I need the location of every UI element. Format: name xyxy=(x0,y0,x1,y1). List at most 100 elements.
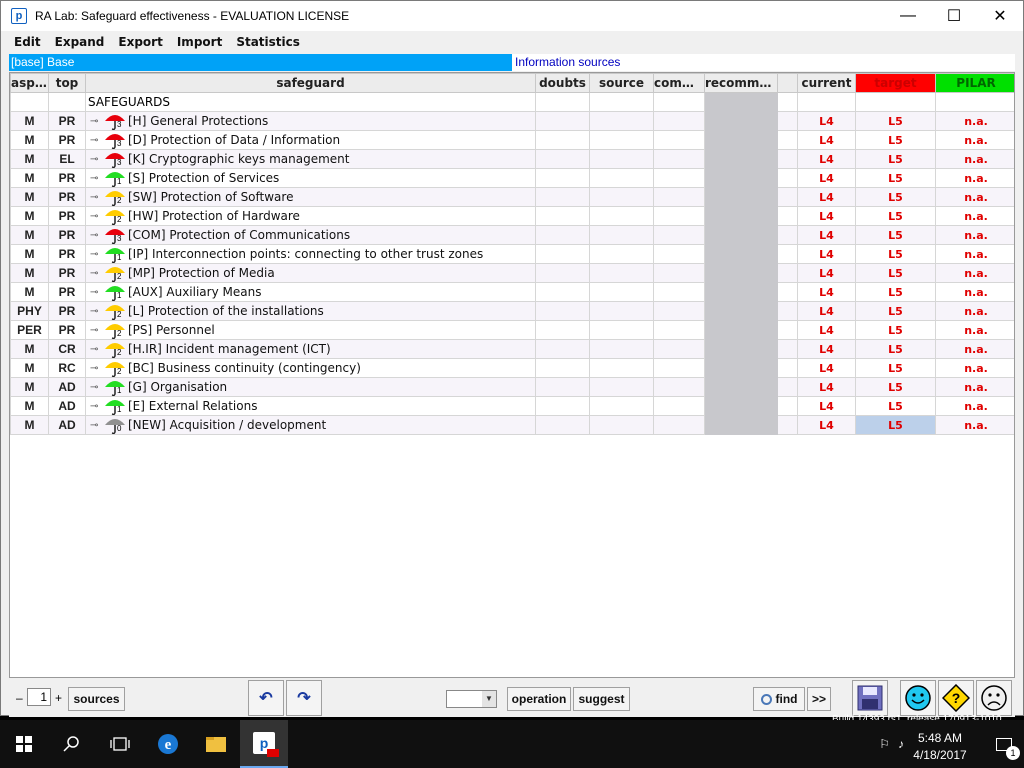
table-row[interactable]: M PR ⊸ 3 [COM] Protection of Communications L… xyxy=(10,225,1014,245)
current-level-cell[interactable]: L4 xyxy=(797,187,856,207)
source-cell[interactable] xyxy=(589,415,654,435)
aspect-cell[interactable]: PER xyxy=(10,320,49,340)
file-explorer-button[interactable] xyxy=(192,720,240,768)
table-row[interactable]: M AD ⊸ 1 [E] External Relations L4 L5 n.a. xyxy=(10,396,1014,416)
safeguard-cell[interactable]: ⊸ 3 [K] Cryptographic keys management xyxy=(85,149,536,169)
table-row[interactable]: M PR ⊸ 2 [SW] Protection of Software L4 L5 n.a. xyxy=(10,187,1014,207)
current-level-cell[interactable]: L4 xyxy=(797,206,856,226)
table-row[interactable]: M PR ⊸ 3 [D] Protection of Data / Informatio… xyxy=(10,130,1014,150)
blank-cell[interactable] xyxy=(777,358,798,378)
target-level-cell[interactable]: L5 xyxy=(855,225,936,245)
blank-cell[interactable] xyxy=(777,111,798,131)
blank-cell[interactable] xyxy=(777,244,798,264)
doubts-cell[interactable] xyxy=(535,244,590,264)
safeguard-cell[interactable]: ⊸ 2 [SW] Protection of Software xyxy=(85,187,536,207)
operation-button[interactable]: operation xyxy=(507,687,571,711)
top-cell[interactable]: EL xyxy=(48,149,86,169)
pilar-level-cell[interactable]: n.a. xyxy=(935,320,1014,340)
target-level-cell[interactable]: L5 xyxy=(855,168,936,188)
target-level-cell[interactable]: L5 xyxy=(855,206,936,226)
comments-cell[interactable] xyxy=(653,339,705,359)
aspect-cell[interactable]: M xyxy=(10,206,49,226)
comments-cell[interactable] xyxy=(653,225,705,245)
blank-cell[interactable] xyxy=(777,225,798,245)
top-cell[interactable]: PR xyxy=(48,301,86,321)
safeguard-cell[interactable]: ⊸ 2 [PS] Personnel xyxy=(85,320,536,340)
menu-export[interactable]: Export xyxy=(111,35,169,49)
comments-cell[interactable] xyxy=(653,415,705,435)
task-view-button[interactable] xyxy=(96,720,144,768)
minimize-button[interactable]: — xyxy=(885,1,931,31)
col-source[interactable]: source xyxy=(589,73,654,93)
target-level-cell[interactable]: L5 xyxy=(855,187,936,207)
target-level-cell[interactable]: L5 xyxy=(855,339,936,359)
maximize-button[interactable]: ☐ xyxy=(931,1,977,31)
safeguard-cell[interactable]: ⊸ 2 [HW] Protection of Hardware xyxy=(85,206,536,226)
safeguard-cell[interactable]: ⊸ 3 [D] Protection of Data / Information xyxy=(85,130,536,150)
blank-cell[interactable] xyxy=(777,206,798,226)
current-level-cell[interactable]: L4 xyxy=(797,225,856,245)
top-cell[interactable]: PR xyxy=(48,225,86,245)
source-cell[interactable] xyxy=(589,130,654,150)
tray-network-icon[interactable]: ⚐ xyxy=(879,737,890,751)
current-level-cell[interactable]: L4 xyxy=(797,263,856,283)
comments-cell[interactable] xyxy=(653,168,705,188)
source-cell[interactable] xyxy=(589,225,654,245)
current-level-cell[interactable]: L4 xyxy=(797,168,856,188)
comments-cell[interactable] xyxy=(653,187,705,207)
pilar-level-cell[interactable]: n.a. xyxy=(935,130,1014,150)
table-row[interactable]: M CR ⊸ 2 [H.IR] Incident management (ICT) L4 L… xyxy=(10,339,1014,359)
sources-button[interactable]: sources xyxy=(68,687,125,711)
top-cell[interactable]: PR xyxy=(48,263,86,283)
safeguard-cell[interactable]: ⊸ 2 [MP] Protection of Media xyxy=(85,263,536,283)
blank-cell[interactable] xyxy=(777,377,798,397)
aspect-cell[interactable]: M xyxy=(10,339,49,359)
comments-cell[interactable] xyxy=(653,206,705,226)
doubts-cell[interactable] xyxy=(535,149,590,169)
table-row[interactable]: M PR ⊸ 1 [IP] Interconnection points: connec… xyxy=(10,244,1014,264)
pilar-level-cell[interactable]: n.a. xyxy=(935,225,1014,245)
tree-node-key-icon[interactable]: ⊸ xyxy=(90,401,102,412)
pilar-level-cell[interactable]: n.a. xyxy=(935,415,1014,435)
target-level-cell[interactable]: L5 xyxy=(855,244,936,264)
safeguard-cell[interactable]: ⊸ 3 [COM] Protection of Communications xyxy=(85,225,536,245)
table-row[interactable]: M PR ⊸ 1 [S] Protection of Services L4 L5 n.a. xyxy=(10,168,1014,188)
comments-cell[interactable] xyxy=(653,301,705,321)
source-cell[interactable] xyxy=(589,320,654,340)
blank-cell[interactable] xyxy=(777,339,798,359)
table-row[interactable]: M PR ⊸ 1 [AUX] Auxiliary Means L4 L5 n.a. xyxy=(10,282,1014,302)
tree-node-key-icon[interactable]: ⊸ xyxy=(90,287,102,298)
current-level-cell[interactable]: L4 xyxy=(797,130,856,150)
doubts-cell[interactable] xyxy=(535,263,590,283)
blank-cell[interactable] xyxy=(777,415,798,435)
top-cell[interactable]: RC xyxy=(48,358,86,378)
blank-cell[interactable] xyxy=(777,130,798,150)
current-level-cell[interactable]: L4 xyxy=(797,358,856,378)
comments-cell[interactable] xyxy=(653,396,705,416)
target-level-cell[interactable]: L5 xyxy=(855,282,936,302)
pilar-level-cell[interactable]: n.a. xyxy=(935,377,1014,397)
close-button[interactable]: ✕ xyxy=(977,1,1023,31)
blank-cell[interactable] xyxy=(777,396,798,416)
safeguard-cell[interactable]: ⊸ 3 [H] General Protections xyxy=(85,111,536,131)
aspect-cell[interactable]: M xyxy=(10,263,49,283)
safeguard-cell[interactable]: ⊸ 2 [H.IR] Incident management (ICT) xyxy=(85,339,536,359)
information-sources-link[interactable]: Information sources xyxy=(512,54,1015,71)
comments-cell[interactable] xyxy=(653,244,705,264)
base-selector[interactable]: [base] Base xyxy=(9,54,512,71)
col-doubts[interactable]: doubts xyxy=(535,73,590,93)
comments-cell[interactable] xyxy=(653,111,705,131)
source-cell[interactable] xyxy=(589,301,654,321)
col-blank[interactable] xyxy=(777,73,798,93)
current-level-cell[interactable]: L4 xyxy=(797,415,856,435)
current-level-cell[interactable]: L4 xyxy=(797,244,856,264)
tree-node-key-icon[interactable]: ⊸ xyxy=(90,211,102,222)
sad-face-button[interactable] xyxy=(976,680,1012,716)
blank-cell[interactable] xyxy=(777,187,798,207)
page-input[interactable]: 1 xyxy=(27,688,51,706)
source-cell[interactable] xyxy=(589,206,654,226)
question-button[interactable]: ? xyxy=(938,680,974,716)
pilar-level-cell[interactable]: n.a. xyxy=(935,187,1014,207)
aspect-cell[interactable]: M xyxy=(10,225,49,245)
source-cell[interactable] xyxy=(589,282,654,302)
